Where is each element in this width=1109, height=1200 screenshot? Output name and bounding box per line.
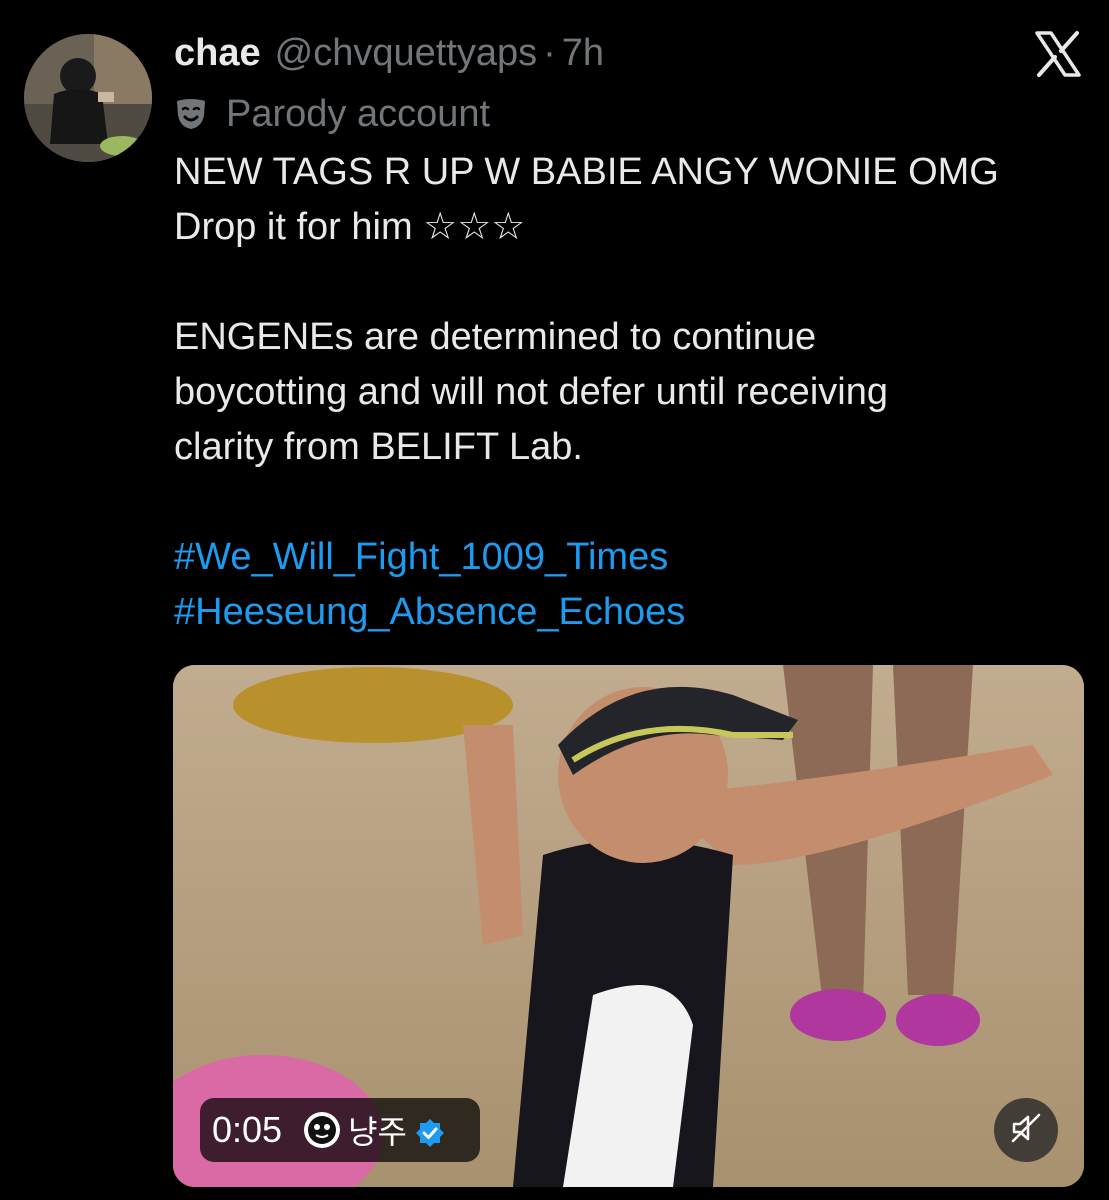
x-logo-icon[interactable] [1034,30,1082,78]
hashtag-link[interactable]: #Heeseung_Absence_Echoes [174,585,999,640]
separator-dot: · [543,32,556,74]
tweet-text: NEW TAGS R UP W BABIE ANGY WONIE OMG Dro… [174,145,999,640]
timestamp[interactable]: 7h [562,32,604,75]
tweet-header: chae @chvquettyaps · 7h [174,32,604,82]
tweet: chae @chvquettyaps · 7h Parody account N… [0,0,1109,1200]
user-handle[interactable]: @chvquettyaps [275,32,538,75]
tweet-text-line: NEW TAGS R UP W BABIE ANGY WONIE OMG [174,151,999,193]
verified-badge-icon [415,1115,445,1147]
uploader-name[interactable]: 냥주 [348,1107,407,1153]
tweet-text-line: Drop it for him ☆☆☆ [174,206,526,248]
tweet-text-line: ENGENEs are determined to continue [174,316,817,358]
parody-label-text: Parody account [226,92,491,135]
video-duration: 0:05 [212,1109,283,1150]
tweet-text-line: clarity from BELIFT Lab. [174,426,583,468]
display-name[interactable]: chae [174,32,261,75]
video-info-pill: 0:05 냥주 [200,1098,480,1162]
mute-button[interactable] [994,1098,1058,1162]
hashtag-link[interactable]: #We_Will_Fight_1009_Times [174,530,999,585]
theater-mask-icon [174,97,208,131]
tweet-text-line [174,475,999,530]
tweet-text-line [174,255,999,310]
speaker-muted-icon [1009,1111,1043,1150]
parody-label: Parody account [174,90,490,138]
uploader-avatar[interactable] [304,1112,341,1148]
tweet-text-line: boycotting and will not defer until rece… [174,371,888,413]
avatar[interactable] [24,34,152,162]
